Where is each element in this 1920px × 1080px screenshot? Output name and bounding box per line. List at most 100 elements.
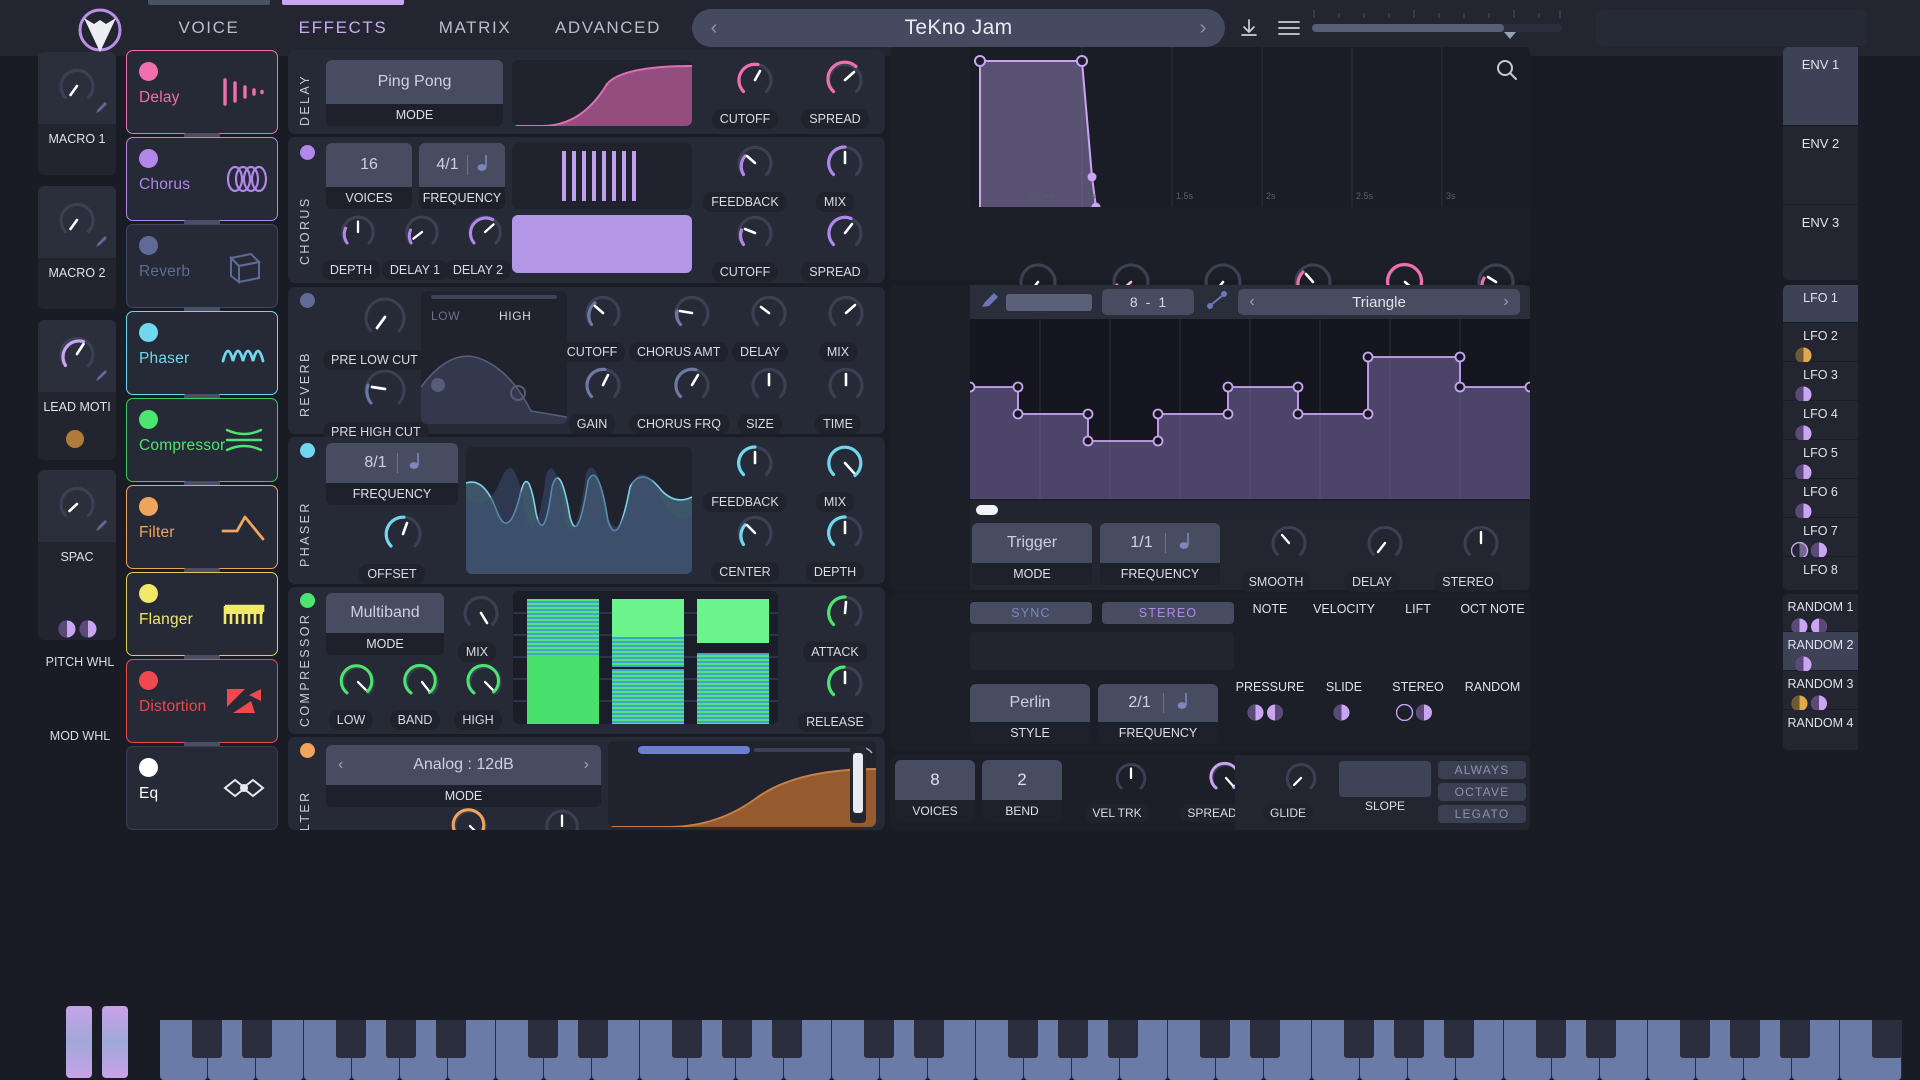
macro-cell-1[interactable]: MACRO 1 bbox=[38, 52, 116, 175]
filter-resonance-knob[interactable] bbox=[520, 805, 590, 830]
filter-mode-prev[interactable]: ‹ bbox=[338, 756, 343, 774]
mpe-lift-label[interactable]: LIFT bbox=[1381, 602, 1455, 616]
delay-spread-knob[interactable]: SPREAD bbox=[793, 58, 877, 129]
preset-prev-button[interactable]: ‹ bbox=[692, 17, 736, 40]
fx-enable-dot[interactable] bbox=[139, 410, 158, 429]
compressor-attack-knob[interactable]: ATTACK bbox=[793, 591, 877, 662]
mpe-pressure-label[interactable]: PRESSURE bbox=[1233, 680, 1307, 694]
random-tab-4[interactable]: RANDOM 4 bbox=[1783, 710, 1858, 750]
chorus-spread-knob[interactable]: SPREAD bbox=[793, 211, 877, 282]
preset-next-button[interactable]: › bbox=[1181, 17, 1225, 40]
macro-cell-3[interactable]: LEAD MOTI bbox=[38, 320, 116, 460]
lfo-mode-select[interactable]: Trigger bbox=[972, 523, 1092, 563]
chorus-enable-dot[interactable] bbox=[300, 145, 315, 160]
fx-item-filter[interactable]: Filter bbox=[126, 485, 278, 569]
reverb-eq-high-label[interactable]: HIGH bbox=[499, 309, 531, 323]
lfo-phase-bar[interactable] bbox=[970, 501, 1530, 519]
fx-enable-dot[interactable] bbox=[139, 584, 158, 603]
delay-cutoff-knob[interactable]: CUTOFF bbox=[703, 58, 787, 129]
random-frequency-field[interactable]: 2/1 bbox=[1098, 684, 1218, 722]
pencil-icon[interactable] bbox=[94, 100, 109, 115]
download-icon[interactable] bbox=[1238, 17, 1260, 39]
mpe-velocity-label[interactable]: VELOCITY bbox=[1307, 602, 1381, 616]
macro-knob-3[interactable] bbox=[55, 332, 99, 381]
chorus-delay2-knob[interactable]: DELAY 2 bbox=[443, 211, 513, 280]
tab-voice[interactable]: VOICE bbox=[142, 0, 276, 56]
reverb-chorus-amt-knob[interactable]: CHORUS AMT bbox=[629, 291, 727, 362]
lfo-preset-next[interactable]: › bbox=[1492, 293, 1520, 311]
pencil-icon[interactable] bbox=[94, 368, 109, 383]
lfo-shape-editor[interactable] bbox=[970, 319, 1530, 499]
reverb-eq-low-label[interactable]: LOW bbox=[431, 309, 460, 323]
fx-item-eq[interactable]: Eq bbox=[126, 746, 278, 830]
mod-source-dot[interactable] bbox=[1333, 704, 1350, 726]
fx-enable-dot[interactable] bbox=[139, 497, 158, 516]
phaser-center-knob[interactable]: CENTER bbox=[703, 511, 787, 582]
compressor-mode-select[interactable]: Multiband bbox=[326, 593, 444, 633]
mpe-oct-note-label[interactable]: OCT NOTE bbox=[1455, 602, 1530, 616]
lfo-tab-2[interactable]: LFO 2 bbox=[1783, 323, 1858, 361]
mod-source-dots[interactable] bbox=[1247, 704, 1287, 726]
reverb-delay-knob[interactable]: DELAY bbox=[720, 291, 800, 362]
lfo-delay-knob[interactable]: DELAY bbox=[1324, 521, 1420, 592]
filter-level-slider[interactable] bbox=[850, 745, 866, 823]
lfo-tab-6[interactable]: LFO 6 bbox=[1783, 479, 1858, 517]
fx-enable-dot[interactable] bbox=[139, 236, 158, 255]
mpe-stereo-label[interactable]: STEREO bbox=[1381, 680, 1455, 694]
fx-enable-dot[interactable] bbox=[139, 149, 158, 168]
mpe-random-label[interactable]: RANDOM bbox=[1455, 680, 1530, 694]
macro-cell-4[interactable]: SPAC bbox=[38, 470, 116, 640]
chorus-voices-field[interactable]: 16 bbox=[326, 143, 412, 187]
vel-trk-knob[interactable]: VEL TRK bbox=[1070, 759, 1164, 822]
env-tab-3[interactable]: ENV 3 bbox=[1783, 205, 1858, 280]
lfo-grid-field[interactable]: 8 - 1 bbox=[1102, 289, 1194, 315]
chorus-feedback-knob[interactable]: FEEDBACK bbox=[703, 141, 787, 212]
compressor-band-knob[interactable]: BAND bbox=[380, 661, 450, 730]
compressor-high-knob[interactable]: HIGH bbox=[443, 661, 513, 730]
tab-matrix[interactable]: MATRIX bbox=[410, 0, 540, 56]
piano-keyboard[interactable] bbox=[160, 1020, 1902, 1080]
lfo-smooth-knob[interactable]: SMOOTH bbox=[1228, 521, 1324, 592]
fx-enable-dot[interactable] bbox=[139, 671, 158, 690]
fx-item-reverb[interactable]: Reverb bbox=[126, 224, 278, 308]
filter-mode-next[interactable]: › bbox=[584, 756, 589, 774]
curve-icon[interactable] bbox=[1206, 290, 1228, 315]
random-tab-2[interactable]: RANDOM 2 bbox=[1783, 632, 1858, 670]
compressor-low-knob[interactable]: LOW bbox=[316, 661, 386, 730]
reverb-time-knob[interactable]: TIME bbox=[800, 363, 876, 434]
lfo-tab-8[interactable]: LFO 8 bbox=[1783, 557, 1858, 590]
reverb-chorus-frq-knob[interactable]: CHORUS FRQ bbox=[629, 363, 727, 434]
compressor-mix-knob[interactable]: MIX bbox=[448, 591, 506, 662]
paint-icon[interactable] bbox=[980, 290, 1000, 315]
chorus-cutoff-knob[interactable]: CUTOFF bbox=[703, 211, 787, 282]
hamburger-menu-icon[interactable] bbox=[1278, 19, 1300, 37]
filter-enable-dot[interactable] bbox=[300, 743, 315, 758]
compressor-release-knob[interactable]: RELEASE bbox=[793, 661, 877, 732]
filter-response-display[interactable] bbox=[608, 741, 876, 827]
mpe-note-label[interactable]: NOTE bbox=[1233, 602, 1307, 616]
lfo-stereo-knob[interactable]: STEREO bbox=[1420, 521, 1516, 592]
pitch-wheel[interactable] bbox=[66, 1006, 92, 1078]
phaser-frequency-field[interactable]: 8/1 bbox=[326, 443, 458, 483]
lfo-tab-4[interactable]: LFO 4 bbox=[1783, 401, 1858, 439]
mod-wheel[interactable] bbox=[102, 1006, 128, 1078]
octave-scale-toggle[interactable]: OCTAVE SCALE bbox=[1438, 783, 1526, 801]
reverb-gain-knob[interactable]: GAIN bbox=[548, 363, 636, 434]
macro-knob-1[interactable] bbox=[55, 64, 99, 113]
glide-knob[interactable]: GLIDE bbox=[1243, 759, 1333, 822]
master-volume-slider[interactable] bbox=[1312, 24, 1562, 32]
filter-cutoff-knob[interactable] bbox=[428, 805, 498, 830]
reverb-pre-high-cut-knob[interactable]: PRE HIGH CUT bbox=[323, 363, 423, 442]
lfo-phase-thumb[interactable] bbox=[976, 505, 998, 515]
reverb-enable-dot[interactable] bbox=[300, 293, 315, 308]
pencil-icon[interactable] bbox=[94, 234, 109, 249]
mod-source-dot[interactable] bbox=[66, 430, 84, 448]
macro-knob-2[interactable] bbox=[55, 198, 99, 247]
fx-enable-dot[interactable] bbox=[139, 62, 158, 81]
search-icon[interactable] bbox=[1496, 59, 1518, 86]
preset-browser-bar[interactable]: ‹ TeKno Jam › bbox=[692, 9, 1225, 47]
tab-advanced[interactable]: ADVANCED bbox=[540, 0, 676, 56]
tab-effects[interactable]: EFFECTS bbox=[276, 0, 410, 56]
lfo-paint-slider[interactable] bbox=[1006, 294, 1092, 311]
always-glide-toggle[interactable]: ALWAYS GLIDE bbox=[1438, 761, 1526, 779]
